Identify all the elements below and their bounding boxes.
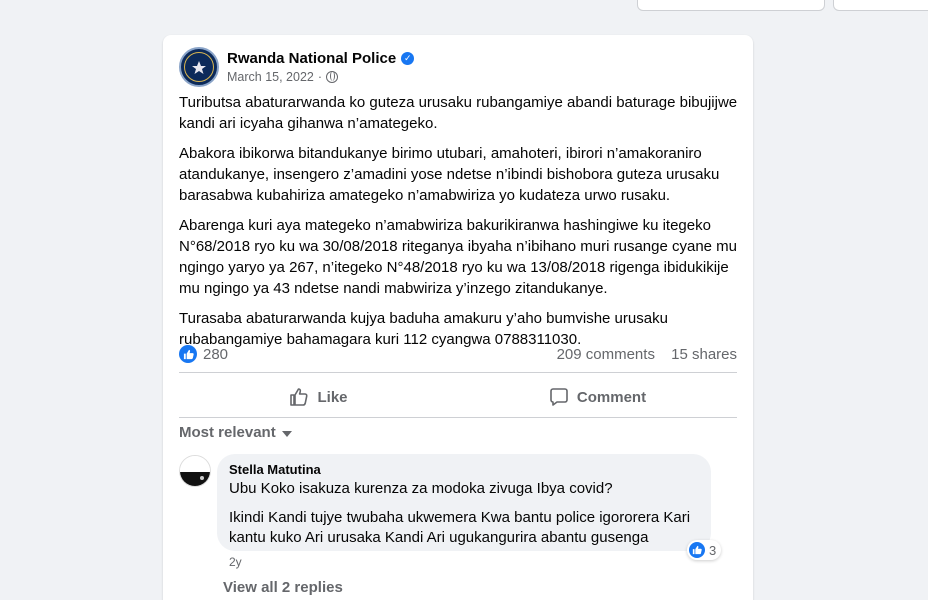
post-meta: Rwanda National Police ✓ March 15, 2022 …: [227, 50, 415, 84]
post-paragraph-3: Abarenga kuri aya mategeko n’amabwiriza …: [179, 217, 738, 297]
top-toolbar-button[interactable]: [637, 0, 825, 11]
like-reaction-icon: [689, 542, 705, 558]
like-label: Like: [317, 388, 348, 406]
post-paragraph-1: Tuributsa abaturarwanda ko guteza urusak…: [179, 94, 738, 132]
page-name[interactable]: Rwanda National Police: [227, 50, 396, 67]
like-reaction-icon: [179, 345, 197, 363]
divider: [179, 417, 737, 418]
post-paragraph-2: Abakora ibikorwa bitandukanye birimo utu…: [179, 145, 720, 204]
reaction-count-button[interactable]: 280: [179, 345, 228, 363]
post-body: Tuributsa abaturarwanda ko guteza urusak…: [179, 92, 745, 359]
post-date[interactable]: March 15, 2022: [227, 70, 314, 84]
comment-bubble: Stella Matutina Ubu Koko isakuza kurenza…: [217, 454, 711, 551]
comments-count-link[interactable]: 209 comments: [557, 346, 655, 363]
sort-label: Most relevant: [179, 424, 276, 441]
post-paragraph-4: Turasaba abaturarwanda kujya baduha amak…: [179, 310, 668, 348]
view-replies-link[interactable]: View all 2 replies: [223, 579, 343, 596]
verified-badge-icon: ✓: [401, 52, 415, 65]
top-toolbar-button-2[interactable]: [833, 0, 928, 11]
shares-count-link[interactable]: 15 shares: [671, 346, 737, 363]
comment-text-line-1: Ubu Koko isakuza kurenza za modoka zivug…: [229, 480, 613, 497]
chevron-down-icon: [281, 430, 292, 437]
comment-icon: [550, 388, 568, 406]
comment-text-line-2: Ikindi Kandi tujye twubaha ukwemera Kwa …: [229, 509, 691, 546]
like-button[interactable]: Like: [179, 379, 458, 415]
commenter-name[interactable]: Stella Matutina: [229, 462, 699, 477]
post-actions: Like Comment: [179, 379, 737, 415]
sort-comments-dropdown[interactable]: Most relevant: [179, 424, 292, 441]
comment-button[interactable]: Comment: [458, 379, 737, 415]
page-avatar[interactable]: [179, 47, 219, 87]
commenter-avatar[interactable]: [179, 455, 211, 487]
comment-reactions[interactable]: 3: [687, 540, 722, 560]
comment-timestamp[interactable]: 2y: [229, 555, 242, 569]
divider: [179, 372, 737, 373]
comment-label: Comment: [576, 388, 647, 406]
post-card: Rwanda National Police ✓ March 15, 2022 …: [163, 35, 753, 600]
reaction-count: 280: [203, 345, 229, 363]
thumbs-up-icon: [290, 388, 309, 406]
globe-icon: [326, 71, 339, 83]
police-logo-icon: [184, 52, 214, 82]
reactions-summary: 280 209 comments 15 shares: [179, 345, 737, 363]
comment-reaction-count: 3: [709, 542, 717, 558]
date-separator: ·: [317, 70, 323, 84]
post-header: Rwanda National Police ✓ March 15, 2022 …: [179, 47, 415, 87]
